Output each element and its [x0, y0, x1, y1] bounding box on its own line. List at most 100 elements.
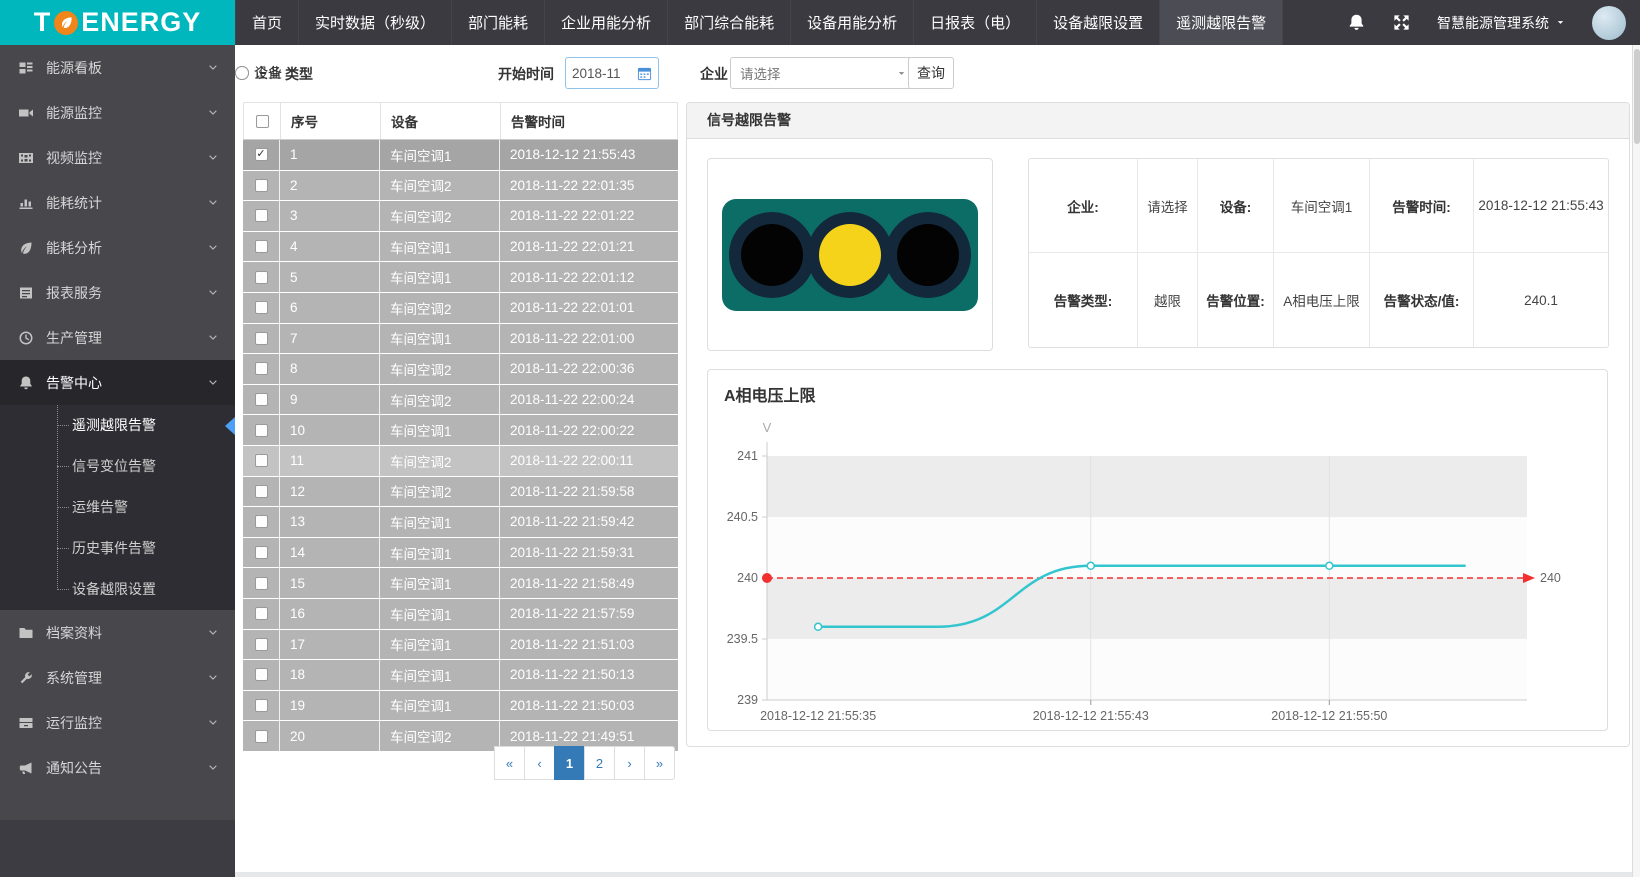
chevron-down-icon	[207, 152, 219, 164]
nav-item[interactable]: 部门综合能耗	[667, 0, 790, 45]
svg-text:240: 240	[1540, 571, 1561, 585]
row-checkbox[interactable]	[255, 240, 268, 253]
avatar[interactable]	[1592, 6, 1626, 40]
sidebar-item[interactable]: 档案资料	[0, 610, 235, 655]
row-checkbox[interactable]	[255, 301, 268, 314]
select-all-checkbox[interactable]	[256, 115, 269, 128]
row-checkbox[interactable]	[255, 332, 268, 345]
row-checkbox[interactable]	[255, 607, 268, 620]
nav-item[interactable]: 遥测越限告警	[1159, 0, 1283, 45]
row-checkbox[interactable]	[255, 362, 268, 375]
nav-item[interactable]: 首页	[235, 0, 298, 45]
table-row[interactable]: 14 车间空调1 2018-11-22 21:59:31	[243, 538, 678, 569]
sidebar-subitem[interactable]: 遥测越限告警	[0, 405, 235, 446]
row-checkbox[interactable]	[255, 546, 268, 559]
sidebar-item[interactable]: 能耗分析	[0, 225, 235, 270]
nav-item[interactable]: 设备越限设置	[1036, 0, 1159, 45]
table-row[interactable]: 8 车间空调2 2018-11-22 22:00:36	[243, 354, 678, 385]
nav-item[interactable]: 设备用能分析	[790, 0, 913, 45]
table-row[interactable]: 9 车间空调2 2018-11-22 22:00:24	[243, 385, 678, 416]
table-row[interactable]: 18 车间空调1 2018-11-22 21:50:13	[243, 660, 678, 691]
table-row[interactable]: 4 车间空调1 2018-11-22 22:01:21	[243, 232, 678, 263]
table-row[interactable]: 1 车间空调1 2018-12-12 21:55:43	[243, 140, 678, 171]
sidebar-item[interactable]: 能耗统计	[0, 180, 235, 225]
table-row[interactable]: 12 车间空调2 2018-11-22 21:59:58	[243, 477, 678, 508]
row-checkbox[interactable]	[255, 179, 268, 192]
row-checkbox[interactable]	[255, 699, 268, 712]
table-row[interactable]: 13 车间空调1 2018-11-22 21:59:42	[243, 507, 678, 538]
sidebar-footer	[0, 820, 235, 877]
sidebar-subitem[interactable]: 设备越限设置	[0, 569, 235, 610]
table-row[interactable]: 2 车间空调2 2018-11-22 22:01:35	[243, 171, 678, 202]
sidebar-item[interactable]: 通知公告	[0, 745, 235, 790]
row-device: 车间空调1	[379, 324, 499, 354]
row-device: 车间空调2	[379, 171, 499, 201]
table-row[interactable]: 6 车间空调2 2018-11-22 22:01:01	[243, 293, 678, 324]
row-checkbox[interactable]	[255, 271, 268, 284]
row-time: 2018-11-22 21:57:59	[499, 599, 678, 629]
nav-item[interactable]: 日报表（电）	[913, 0, 1036, 45]
nav-item[interactable]: 企业用能分析	[544, 0, 667, 45]
row-time: 2018-11-22 22:00:22	[499, 415, 678, 445]
sidebar-item[interactable]: 系统管理	[0, 655, 235, 700]
table-row[interactable]: 16 车间空调1 2018-11-22 21:57:59	[243, 599, 678, 630]
sidebar-subitem[interactable]: 历史事件告警	[0, 528, 235, 569]
row-checkbox[interactable]	[255, 515, 268, 528]
scrollbar-thumb[interactable]	[1634, 49, 1640, 144]
bell-icon	[18, 375, 34, 391]
app-window: T ENERGY 首页 实时数据（秒级） 部门能耗 企业用能分析 部门综合能耗 …	[0, 0, 1640, 877]
row-time: 2018-11-22 22:01:21	[499, 232, 678, 262]
fullscreen-icon[interactable]	[1392, 13, 1411, 32]
sidebar-subitem[interactable]: 信号变位告警	[0, 446, 235, 487]
table-row[interactable]: 11 车间空调2 2018-11-22 22:00:11	[243, 446, 678, 477]
sidebar-item-alarm-center[interactable]: 告警中心	[0, 360, 235, 405]
sidebar-item[interactable]: 运行监控	[0, 700, 235, 745]
enterprise-label: 企业	[700, 64, 728, 84]
page-button[interactable]: »	[644, 746, 675, 780]
row-checkbox[interactable]	[255, 424, 268, 437]
sidebar-item[interactable]: 能源看板	[0, 45, 235, 90]
vertical-scrollbar[interactable]	[1632, 45, 1640, 877]
row-checkbox[interactable]	[255, 577, 268, 590]
sidebar-item[interactable]: 能源监控	[0, 90, 235, 135]
logo: T ENERGY	[0, 0, 235, 45]
table-row[interactable]: 15 车间空调1 2018-11-22 21:58:49	[243, 568, 678, 599]
sidebar-subitem[interactable]: 运维告警	[0, 487, 235, 528]
table-row[interactable]: 17 车间空调1 2018-11-22 21:51:03	[243, 630, 678, 661]
sidebar-item[interactable]: 生产管理	[0, 315, 235, 360]
system-name-dropdown[interactable]: 智慧能源管理系统	[1437, 13, 1566, 33]
row-checkbox[interactable]	[255, 393, 268, 406]
row-checkbox[interactable]	[255, 454, 268, 467]
sidebar-item[interactable]: 视频监控	[0, 135, 235, 180]
table-row[interactable]: 5 车间空调1 2018-11-22 22:01:12	[243, 262, 678, 293]
table-row[interactable]: 10 车间空调1 2018-11-22 22:00:22	[243, 415, 678, 446]
table-row[interactable]: 3 车间空调2 2018-11-22 22:01:22	[243, 201, 678, 232]
row-checkbox[interactable]	[255, 148, 268, 161]
query-button[interactable]: 查询	[908, 57, 954, 89]
page-button[interactable]: ›	[614, 746, 645, 780]
header-actions: 智慧能源管理系统	[1347, 0, 1640, 45]
svg-text:239.5: 239.5	[727, 632, 758, 646]
enterprise-select[interactable]: 请选择	[730, 57, 917, 89]
row-no: 18	[279, 660, 379, 690]
row-device: 车间空调2	[379, 354, 499, 384]
calendar-icon[interactable]	[637, 66, 652, 81]
nav-item[interactable]: 部门能耗	[451, 0, 544, 45]
row-checkbox[interactable]	[255, 485, 268, 498]
page-button[interactable]: 2	[584, 746, 615, 780]
sidebar-item[interactable]: 报表服务	[0, 270, 235, 315]
row-checkbox[interactable]	[255, 209, 268, 222]
page-button[interactable]: ‹	[524, 746, 555, 780]
row-checkbox[interactable]	[255, 638, 268, 651]
row-no: 17	[279, 630, 379, 660]
page-button[interactable]: 1	[554, 746, 585, 780]
bell-icon[interactable]	[1347, 13, 1366, 32]
nav-item[interactable]: 实时数据（秒级）	[298, 0, 451, 45]
page-button[interactable]: «	[494, 746, 525, 780]
table-row[interactable]: 7 车间空调1 2018-11-22 22:01:00	[243, 324, 678, 355]
table-row[interactable]: 19 车间空调1 2018-11-22 21:50:03	[243, 691, 678, 722]
row-checkbox[interactable]	[255, 668, 268, 681]
start-time-input[interactable]: 2018-11	[565, 57, 659, 89]
type-radio-option[interactable]: 设备	[235, 63, 282, 83]
row-checkbox[interactable]	[255, 730, 268, 743]
